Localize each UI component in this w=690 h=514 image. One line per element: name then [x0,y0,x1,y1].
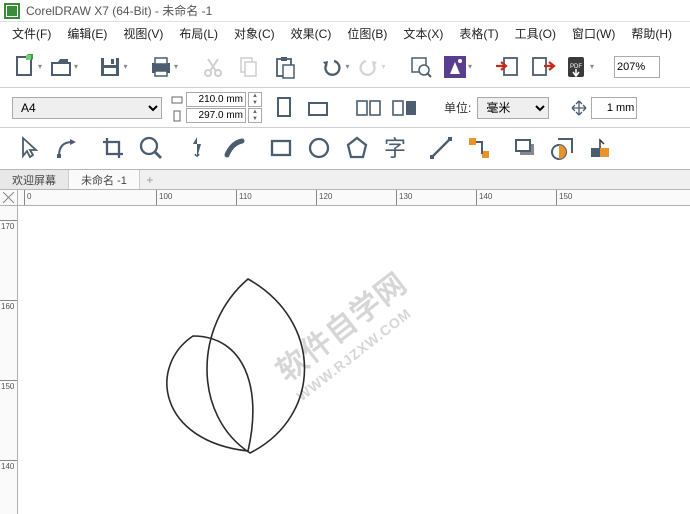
toolbox: 字 [0,128,690,170]
app-icon [4,3,20,19]
tab-welcome[interactable]: 欢迎屏幕 [0,170,69,189]
page-height-input[interactable] [186,108,246,123]
ellipse-tool[interactable] [302,131,336,165]
chevron-down-icon: ▾ [381,62,385,71]
menu-window[interactable]: 窗口(W) [564,23,623,44]
menu-tool[interactable]: 工具(O) [507,23,564,44]
property-bar: A4 ▲▼ ▲▼ 单位: 毫米 [0,88,690,128]
artistic-media-tool[interactable] [218,131,252,165]
document-tabs: 欢迎屏幕 未命名 -1 + [0,170,690,190]
landscape-button[interactable] [304,94,334,122]
page-width-input[interactable] [186,92,246,107]
chevron-down-icon: ▾ [590,62,594,71]
menu-layout[interactable]: 布局(L) [171,23,226,44]
all-pages-button[interactable] [354,94,384,122]
page-size-select[interactable]: A4 [12,97,162,119]
unit-label: 单位: [444,99,471,116]
vertical-ruler[interactable]: 170 160 150 140 [0,206,18,514]
save-button[interactable]: ▾ [98,52,128,82]
tab-add-button[interactable]: + [140,173,160,187]
zoom-tool[interactable] [134,131,168,165]
import-button[interactable] [492,52,522,82]
drawing-content [18,206,690,514]
menu-edit[interactable]: 编辑(E) [59,23,115,44]
connector-tool[interactable] [462,131,496,165]
polygon-tool[interactable] [340,131,374,165]
unit-select[interactable]: 毫米 [477,97,549,119]
spinner[interactable]: ▲▼ [248,92,262,107]
new-button[interactable]: ▾ [12,52,42,82]
crop-tool[interactable] [96,131,130,165]
copy-button[interactable] [234,52,264,82]
redo-button[interactable]: ▾ [356,52,386,82]
tab-document[interactable]: 未命名 -1 [69,170,140,189]
chevron-down-icon: ▾ [38,62,42,71]
chevron-down-icon: ▾ [123,62,127,71]
menubar: 文件(F) 编辑(E) 视图(V) 布局(L) 对象(C) 效果(C) 位图(B… [0,22,690,44]
shape-tool[interactable] [50,131,84,165]
search-button[interactable] [406,52,436,82]
menu-view[interactable]: 视图(V) [115,23,171,44]
nudge-icon [569,98,589,118]
drop-shadow-tool[interactable] [508,131,542,165]
eyedropper-tool[interactable] [584,131,618,165]
transparency-tool[interactable] [546,131,580,165]
height-icon [170,110,184,122]
menu-object[interactable]: 对象(C) [226,23,283,44]
zoom-input[interactable] [614,56,660,78]
standard-toolbar: ▾ ▾ ▾ ▾ ▾ ▾ ▾ PD [0,44,690,88]
menu-table[interactable]: 表格(T) [451,23,506,44]
horizontal-ruler[interactable]: 0 100 110 120 130 140 150 [18,190,690,206]
width-icon [170,94,184,106]
chevron-down-icon: ▾ [468,62,472,71]
freehand-tool[interactable] [180,131,214,165]
workspace: 170 160 150 140 0 100 110 120 130 140 15… [0,190,690,514]
rectangle-tool[interactable] [264,131,298,165]
chevron-down-icon: ▾ [174,62,178,71]
ruler-origin[interactable] [0,190,18,206]
open-button[interactable]: ▾ [48,52,78,82]
menu-text[interactable]: 文本(X) [395,23,451,44]
spinner[interactable]: ▲▼ [248,108,262,123]
menu-bitmap[interactable]: 位图(B) [339,23,395,44]
undo-button[interactable]: ▾ [320,52,350,82]
export-button[interactable] [528,52,558,82]
dimension-tool[interactable] [424,131,458,165]
menu-effect[interactable]: 效果(C) [283,23,340,44]
launch-button[interactable]: ▾ [442,52,472,82]
pick-tool[interactable] [12,131,46,165]
print-button[interactable]: ▾ [148,52,178,82]
page-dimensions: ▲▼ ▲▼ [170,92,262,123]
menu-file[interactable]: 文件(F) [4,23,59,44]
svg-text:字: 字 [384,136,406,161]
titlebar: CorelDRAW X7 (64-Bit) - 未命名 -1 [0,0,690,22]
canvas[interactable]: 软件自学网 WWW.RJZXW.COM [18,206,690,514]
window-title: CorelDRAW X7 (64-Bit) - 未命名 -1 [26,2,212,19]
current-page-button[interactable] [390,94,420,122]
text-tool[interactable]: 字 [378,131,412,165]
chevron-down-icon: ▾ [74,62,78,71]
paste-button[interactable] [270,52,300,82]
cut-button[interactable] [198,52,228,82]
chevron-down-icon: ▾ [345,62,349,71]
publish-pdf-button[interactable]: PDF ▾ [564,52,594,82]
menu-help[interactable]: 帮助(H) [623,23,680,44]
portrait-button[interactable] [268,94,298,122]
nudge-input[interactable] [591,97,637,119]
